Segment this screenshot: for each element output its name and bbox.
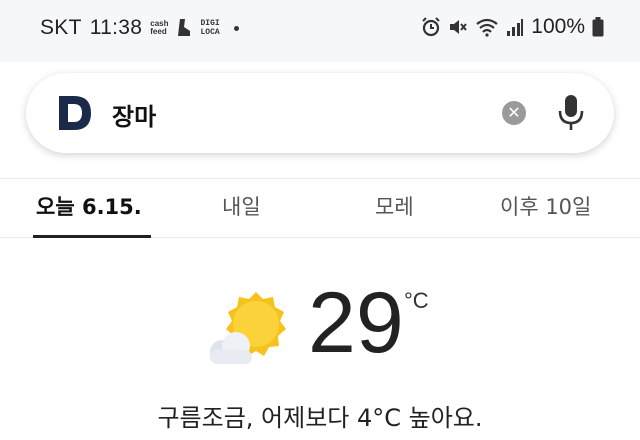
microphone-icon[interactable] bbox=[556, 93, 586, 133]
signal-icon bbox=[507, 19, 524, 36]
digiloca-line-2: LOCA bbox=[200, 28, 220, 37]
cashfeed-icon: cash feed bbox=[150, 20, 168, 36]
tab-day-after[interactable]: 모레 bbox=[375, 191, 414, 221]
temperature-unit: °C bbox=[404, 288, 429, 313]
current-temperature: 29 bbox=[308, 275, 404, 371]
partly-cloudy-icon bbox=[210, 292, 286, 364]
mute-icon bbox=[450, 20, 468, 34]
more-notifications-dot bbox=[233, 25, 239, 31]
status-right: 100% bbox=[421, 15, 604, 39]
alarm-icon bbox=[422, 17, 440, 37]
tab-next-10-days[interactable]: 이후 10일 bbox=[500, 191, 591, 221]
active-tab-indicator bbox=[33, 235, 151, 238]
battery-percent: 100% bbox=[531, 15, 585, 38]
search-bar[interactable]: 장마 ✕ bbox=[26, 73, 614, 153]
tab-today[interactable]: 오늘 6.15. bbox=[36, 191, 142, 221]
status-left: SKT 11:38 cash feed DIGI LOCA bbox=[40, 16, 239, 40]
boot-icon bbox=[178, 19, 191, 36]
carrier-label: SKT bbox=[40, 16, 82, 39]
digiloca-line-1: DIGI bbox=[200, 19, 220, 28]
clock: 11:38 bbox=[89, 16, 143, 39]
cashfeed-line-2: feed bbox=[150, 27, 167, 36]
wifi-icon bbox=[476, 18, 498, 37]
tab-tomorrow[interactable]: 내일 bbox=[222, 191, 261, 221]
search-query[interactable]: 장마 bbox=[112, 97, 156, 132]
daum-logo-icon[interactable] bbox=[56, 94, 94, 132]
battery-icon bbox=[592, 17, 604, 37]
clear-search-button[interactable]: ✕ bbox=[502, 101, 526, 125]
forecast-tabs: 오늘 6.15. 내일 모레 이후 10일 bbox=[0, 178, 640, 238]
status-bar: SKT 11:38 cash feed DIGI LOCA 100% bbox=[0, 0, 640, 62]
weather-summary: 구름조금, 어제보다 4°C 높아요. bbox=[157, 404, 483, 432]
digiloca-icon: DIGI LOCA bbox=[200, 19, 219, 37]
